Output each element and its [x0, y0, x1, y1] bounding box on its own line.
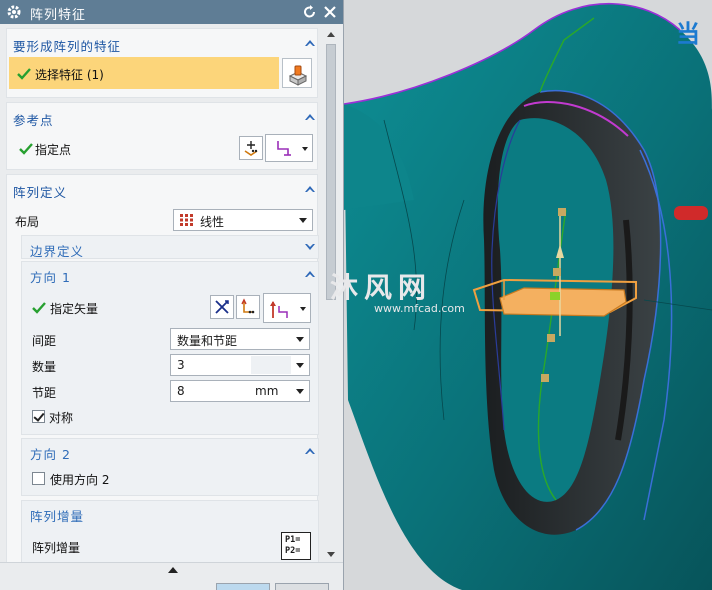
feature-group: 要形成阵列的特征 选择特征 (1) — [6, 28, 318, 98]
symmetric-label: 对称 — [49, 411, 74, 425]
scroll-thumb[interactable] — [326, 44, 336, 300]
collapse-icon[interactable] — [305, 447, 316, 455]
pattern-definition-group: 阵列定义 布局 线性 边界定义 方向 1 指定矢量 间距 数量和节距 数量 3 … — [6, 174, 319, 566]
increment-subgroup: 阵列增量 阵列增量 P1= P2= — [21, 500, 319, 564]
watermark-url: www.mfcad.com — [374, 302, 465, 315]
boundary-heading: 边界定义 — [30, 244, 85, 259]
check-icon — [17, 68, 31, 80]
dropdown-arrow-icon — [296, 337, 304, 342]
watermark-text: 沐风网 — [330, 271, 433, 304]
select-feature-button[interactable] — [282, 58, 312, 88]
expand-icon[interactable] — [305, 243, 316, 251]
pattern-definition-heading: 阵列定义 — [13, 185, 68, 200]
dialog-titlebar: 阵列特征 — [0, 0, 343, 24]
dropdown-arrow-icon — [300, 307, 306, 311]
feature-cube-icon — [288, 65, 308, 86]
spacing-value: 数量和节距 — [177, 334, 238, 348]
scroll-up-icon[interactable] — [327, 32, 335, 37]
direction1-subgroup: 方向 1 指定矢量 间距 数量和节距 数量 3 节距 8 mm 对称 — [21, 261, 319, 435]
reverse-direction-icon — [215, 300, 229, 314]
collapse-icon[interactable] — [305, 113, 316, 121]
point-dialog-icon — [244, 141, 258, 156]
increment-button[interactable]: P1= P2= — [281, 532, 311, 560]
scroll-down-icon[interactable] — [327, 552, 335, 557]
point-type-dropdown[interactable] — [265, 134, 313, 162]
linear-layout-icon — [180, 214, 193, 226]
increment-icon-line2: P2= — [285, 546, 301, 556]
reverse-direction-button[interactable] — [210, 295, 234, 319]
collapse-icon[interactable] — [305, 185, 316, 193]
vector-type-dropdown[interactable] — [263, 293, 311, 323]
boundary-subgroup[interactable]: 边界定义 — [21, 235, 319, 259]
direction2-subgroup: 方向 2 使用方向 2 — [21, 438, 319, 496]
spacing-label: 间距 — [32, 334, 57, 348]
vector-dialog-icon — [241, 298, 255, 314]
use-direction2-label: 使用方向 2 — [50, 473, 110, 487]
check-icon — [32, 302, 46, 314]
specify-vector-label: 指定矢量 — [50, 302, 99, 316]
pitch-unit: mm — [255, 384, 279, 398]
pitch-input[interactable]: 8 mm — [170, 380, 310, 402]
count-value: 3 — [177, 358, 185, 372]
direction1-heading: 方向 1 — [30, 270, 71, 285]
pitch-label: 节距 — [32, 386, 57, 400]
pattern-feature-dialog: 阵列特征 要形成阵列的特征 选择特征 (1) 参考点 指定点 阵列定义 布局 线… — [0, 0, 344, 590]
cancel-button[interactable] — [275, 583, 329, 590]
close-icon[interactable] — [322, 4, 338, 20]
count-label: 数量 — [32, 360, 57, 374]
more-options-arrow-icon[interactable] — [168, 567, 178, 573]
gear-icon[interactable] — [6, 4, 22, 20]
select-feature-row[interactable]: 选择特征 (1) — [9, 57, 279, 89]
dialog-footer — [0, 562, 343, 590]
dropdown-arrow-icon — [302, 147, 308, 151]
dropdown-arrow-icon — [296, 363, 304, 368]
dropdown-arrow-icon — [296, 389, 304, 394]
reference-point-heading: 参考点 — [13, 113, 54, 128]
corner-label: 当 — [676, 20, 700, 48]
layout-dropdown[interactable]: 线性 — [173, 209, 313, 231]
feature-group-heading: 要形成阵列的特征 — [13, 39, 122, 54]
vector-type-icon — [270, 301, 288, 318]
collapse-icon[interactable] — [305, 39, 316, 47]
select-feature-label: 选择特征 (1) — [35, 68, 104, 82]
use-direction2-checkbox[interactable] — [32, 472, 45, 485]
direction2-heading: 方向 2 — [30, 447, 71, 462]
specify-point-label: 指定点 — [35, 143, 72, 157]
increment-icon-line1: P1= — [285, 535, 301, 545]
count-input[interactable]: 3 — [170, 354, 310, 376]
point-dialog-button[interactable] — [239, 136, 263, 160]
reference-point-group: 参考点 指定点 — [6, 102, 318, 170]
ok-button[interactable] — [216, 583, 270, 590]
dialog-title: 阵列特征 — [30, 8, 87, 23]
increment-heading: 阵列增量 — [30, 509, 85, 524]
vector-dialog-button[interactable] — [236, 295, 260, 319]
layout-value: 线性 — [200, 215, 225, 229]
reset-icon[interactable] — [302, 4, 318, 20]
point-type-icon — [277, 141, 291, 156]
spacing-dropdown[interactable]: 数量和节距 — [170, 328, 310, 350]
symmetric-checkbox[interactable] — [32, 410, 45, 423]
check-icon — [19, 143, 33, 155]
increment-label: 阵列增量 — [32, 541, 81, 555]
count-unit-area — [251, 356, 291, 374]
collapse-icon[interactable] — [305, 270, 316, 278]
layout-label: 布局 — [15, 215, 40, 229]
pitch-value: 8 — [177, 384, 185, 398]
dropdown-arrow-icon — [299, 218, 307, 223]
